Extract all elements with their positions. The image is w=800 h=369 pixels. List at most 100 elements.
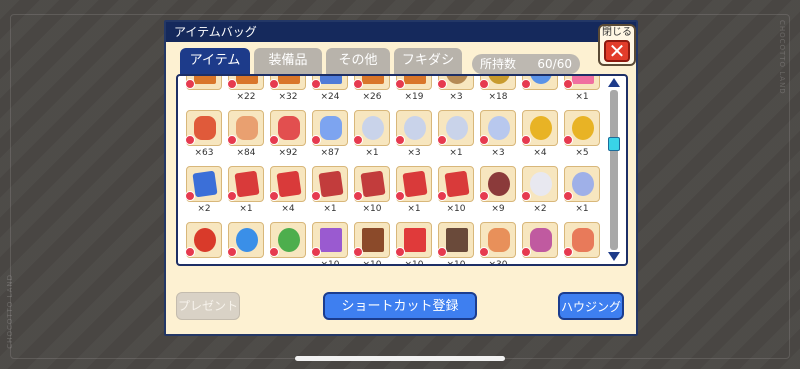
scrollbar[interactable]	[606, 78, 622, 262]
item-slot[interactable]: ×10	[436, 166, 476, 218]
item-slot[interactable]	[520, 222, 560, 264]
item-icon	[194, 228, 216, 252]
item-slot[interactable]: ×19	[394, 76, 434, 106]
item-slot[interactable]: ×87	[310, 110, 350, 162]
item-quantity: ×92	[278, 148, 298, 158]
tab-items[interactable]: アイテム	[180, 48, 250, 76]
item-slot-frame	[563, 76, 600, 90]
tab-speech-bubbles[interactable]: フキダシ	[394, 48, 462, 74]
shortcut-register-button[interactable]: ショートカット登録	[323, 292, 477, 320]
scroll-thumb[interactable]	[608, 136, 620, 151]
item-slot[interactable]: ×2	[520, 166, 560, 218]
item-slot-frame	[521, 76, 558, 90]
item-slot-frame	[395, 166, 432, 202]
item-slot[interactable]: ×10	[310, 222, 350, 264]
lock-badge-icon	[353, 191, 363, 201]
item-slot[interactable]: ×92	[268, 110, 308, 162]
item-icon	[446, 116, 468, 140]
item-slot[interactable]: ×10	[352, 222, 392, 264]
tab-equipment[interactable]: 装備品	[254, 48, 322, 74]
item-slot[interactable]: ×24	[310, 76, 350, 106]
item-slot[interactable]	[562, 222, 602, 264]
item-slot-frame	[311, 166, 348, 202]
item-quantity: ×22	[236, 92, 256, 102]
item-icon	[402, 170, 428, 198]
item-quantity: ×1	[323, 204, 337, 214]
item-quantity: ×3	[491, 148, 505, 158]
scroll-track[interactable]	[610, 90, 618, 250]
item-slot[interactable]: ×63	[184, 110, 224, 162]
item-icon	[530, 172, 552, 196]
item-slot-frame	[521, 110, 558, 146]
lock-badge-icon	[395, 79, 405, 89]
item-slot[interactable]: ×1	[352, 110, 392, 162]
item-icon	[192, 170, 218, 198]
item-slot-frame	[563, 222, 600, 258]
item-slot-frame	[353, 110, 390, 146]
item-slot[interactable]	[268, 222, 308, 264]
item-slot[interactable]: ×22	[226, 76, 266, 106]
lock-badge-icon	[395, 191, 405, 201]
item-slot[interactable]: ×3	[394, 110, 434, 162]
item-slot[interactable]: ×84	[226, 110, 266, 162]
item-slot[interactable]	[520, 76, 560, 106]
lock-badge-icon	[311, 79, 321, 89]
item-quantity: ×18	[488, 92, 508, 102]
item-slot-frame	[353, 166, 390, 202]
item-icon	[236, 76, 258, 84]
item-quantity: ×10	[354, 259, 390, 264]
item-slot[interactable]: ×10	[394, 222, 434, 264]
item-slot[interactable]: ×18	[478, 76, 518, 106]
item-quantity: ×24	[320, 92, 340, 102]
item-slot[interactable]: ×1	[436, 110, 476, 162]
item-icon	[530, 228, 552, 252]
item-slot[interactable]: ×1	[562, 76, 602, 106]
item-slot[interactable]	[184, 76, 224, 106]
item-slot[interactable]: ×3	[436, 76, 476, 106]
item-slot[interactable]: ×26	[352, 76, 392, 106]
item-slot[interactable]: ×1	[310, 166, 350, 218]
item-slot[interactable]: ×3	[478, 110, 518, 162]
item-quantity: ×1	[365, 148, 379, 158]
capacity-value: 60/60	[537, 57, 572, 71]
item-slot[interactable]: ×9	[478, 166, 518, 218]
item-slot[interactable]: ×1	[562, 166, 602, 218]
item-slot[interactable]: ×10	[352, 166, 392, 218]
scroll-up-arrow-icon[interactable]	[608, 78, 620, 87]
close-button[interactable]: 閉じる ✕	[598, 24, 636, 66]
item-icon	[488, 76, 510, 84]
lock-badge-icon	[479, 135, 489, 145]
item-icon	[530, 76, 552, 84]
lock-badge-icon	[437, 79, 447, 89]
scroll-down-arrow-icon[interactable]	[608, 252, 620, 261]
item-slot[interactable]: ×10	[436, 222, 476, 264]
item-slot[interactable]	[226, 222, 266, 264]
item-slot[interactable]: ×1	[226, 166, 266, 218]
item-icon	[530, 116, 552, 140]
item-icon	[278, 76, 300, 84]
item-slot[interactable]: ×5	[562, 110, 602, 162]
item-slot[interactable]: ×4	[268, 166, 308, 218]
lock-badge-icon	[227, 135, 237, 145]
tab-other[interactable]: その他	[326, 48, 390, 74]
lock-badge-icon	[479, 247, 489, 257]
item-slot-frame	[479, 76, 516, 90]
housing-button[interactable]: ハウジング	[558, 292, 624, 320]
lock-badge-icon	[185, 247, 195, 257]
item-slot[interactable]: ×2	[184, 166, 224, 218]
item-slot[interactable]	[184, 222, 224, 264]
item-icon	[404, 228, 426, 252]
item-icon	[320, 116, 342, 140]
item-bag-window: アイテムバッグ 閉じる ✕ アイテム 装備品 その他 フキダシ 所持数 60/6…	[164, 20, 638, 336]
item-slot[interactable]: ×30	[478, 222, 518, 264]
item-slot[interactable]: ×1	[394, 166, 434, 218]
item-slot-frame	[395, 76, 432, 90]
item-icon	[488, 172, 510, 196]
item-quantity: ×10	[362, 204, 382, 214]
item-slot[interactable]: ×4	[520, 110, 560, 162]
item-slot[interactable]: ×32	[268, 76, 308, 106]
home-indicator[interactable]	[295, 356, 505, 361]
item-row: ×63 ×84 ×92 ×87 ×1 ×3 ×1 ×3 ×4 ×5	[184, 110, 604, 166]
present-button[interactable]: プレゼント	[176, 292, 240, 320]
item-quantity: ×1	[575, 92, 589, 102]
